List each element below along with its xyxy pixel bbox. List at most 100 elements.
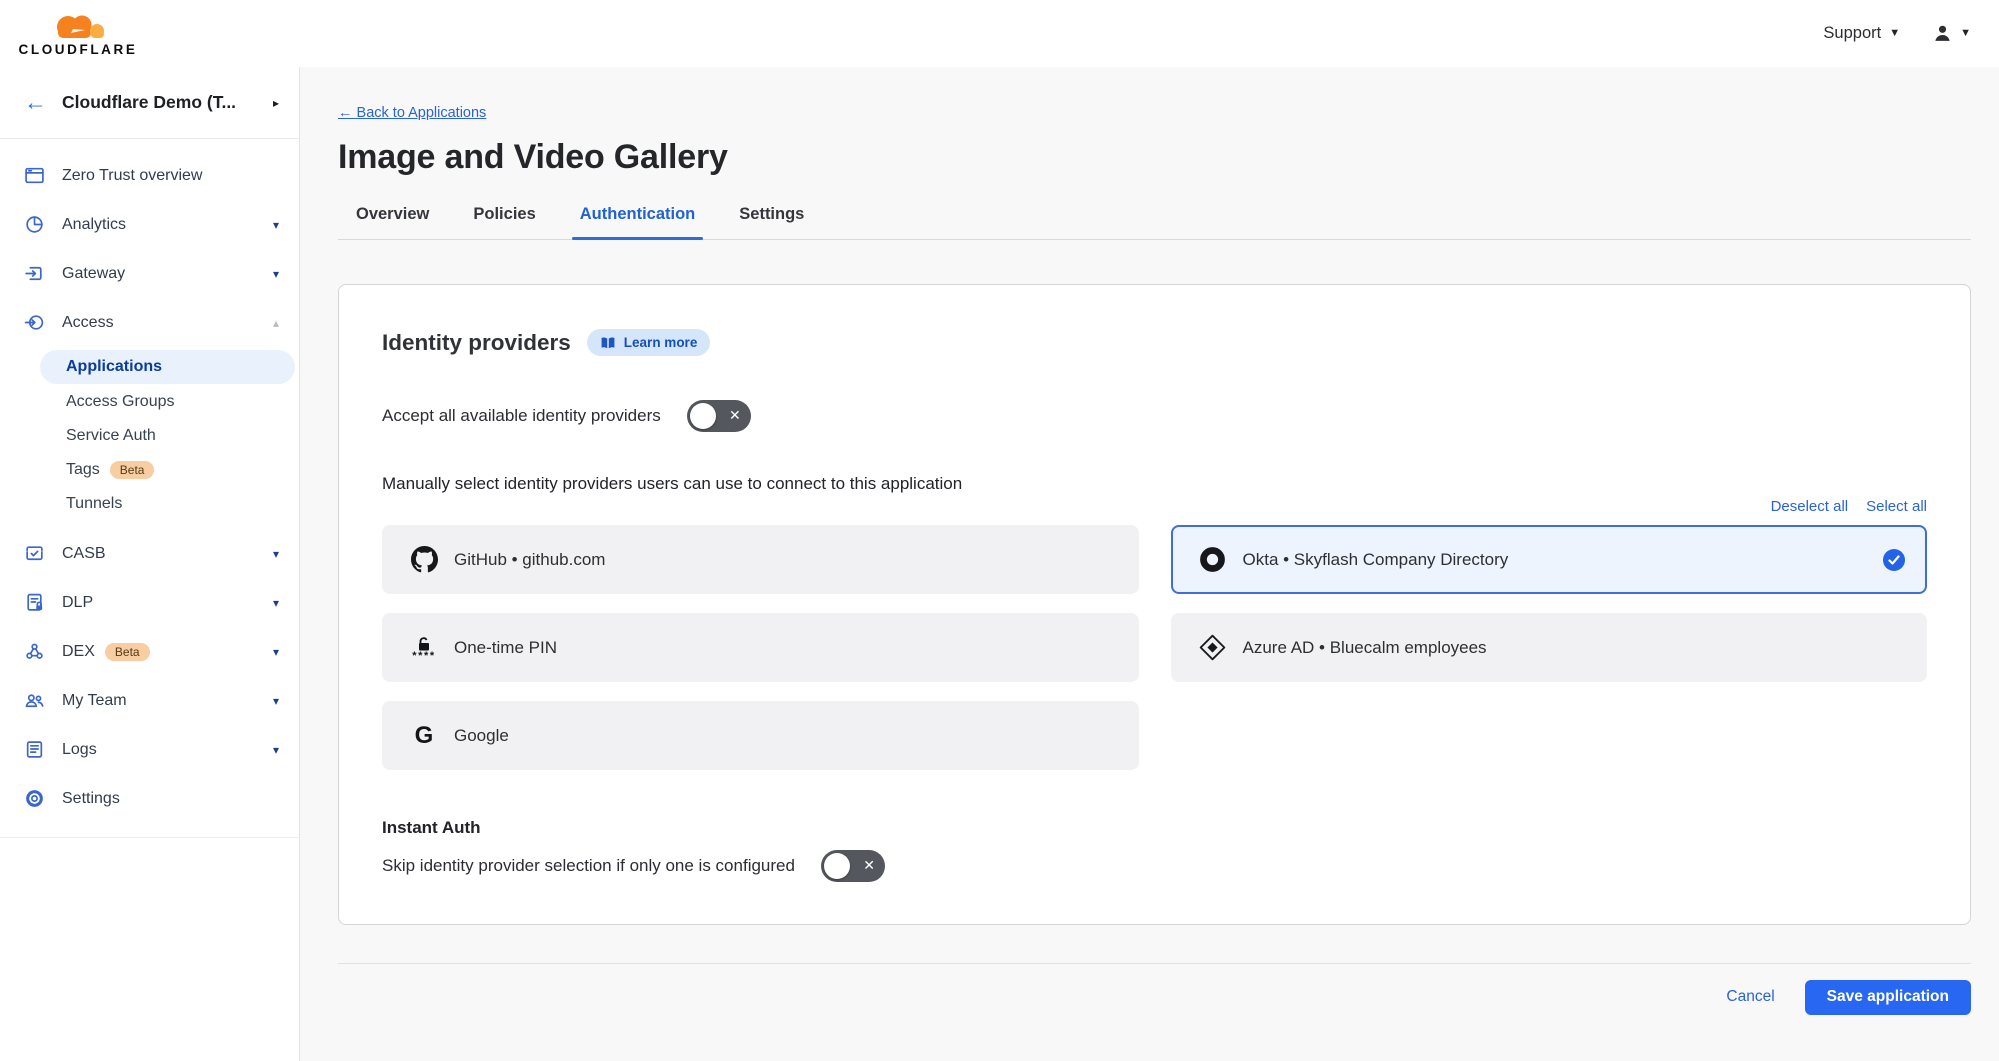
main-content: ← Back to Applications Image and Video G… — [300, 67, 1999, 1061]
toggle-knob — [824, 853, 850, 879]
beta-badge: Beta — [105, 643, 150, 661]
accept-all-row: Accept all available identity providers … — [382, 400, 1927, 432]
azure-ad-icon — [1199, 634, 1227, 661]
support-menu[interactable]: Support ▼ — [1823, 24, 1900, 43]
user-icon — [1932, 23, 1953, 44]
sidebar-item-settings[interactable]: Settings — [0, 774, 299, 823]
chevron-down-icon[interactable]: ▾ — [273, 267, 279, 281]
accept-all-toggle[interactable]: ✕ — [687, 400, 751, 432]
chevron-down-icon[interactable]: ▾ — [273, 743, 279, 757]
manual-select-label: Manually select identity providers users… — [382, 474, 1927, 494]
analytics-icon — [24, 214, 45, 235]
pin-mask-glyph: **** — [412, 654, 436, 659]
accept-all-label: Accept all available identity providers — [382, 406, 661, 426]
save-application-button[interactable]: Save application — [1805, 980, 1971, 1015]
access-icon — [24, 312, 45, 333]
sidebar-item-tags[interactable]: Tags Beta — [0, 453, 299, 487]
sidebar-item-analytics[interactable]: Analytics ▾ — [0, 200, 299, 249]
selection-links: Deselect all Select all — [382, 498, 1927, 515]
sidebar-item-service-auth[interactable]: Service Auth — [0, 419, 299, 453]
instant-auth-label: Skip identity provider selection if only… — [382, 856, 795, 876]
cloudflare-zero-trust-dashboard: CLOUDFLARE Support ▼ ▼ ← Cloudflare Demo… — [0, 0, 1999, 1061]
sidebar-item-access-groups[interactable]: Access Groups — [0, 385, 299, 419]
deselect-all-link[interactable]: Deselect all — [1771, 498, 1849, 515]
sidebar: ← Cloudflare Demo (T... ▸ Zero Trust ove… — [0, 67, 300, 1061]
instant-auth-toggle[interactable]: ✕ — [821, 850, 885, 882]
gear-icon — [24, 788, 45, 809]
sidebar-item-access[interactable]: Access ▴ — [0, 298, 299, 347]
sidebar-item-dex[interactable]: DEX Beta ▾ — [0, 627, 299, 676]
sidebar-item-gateway[interactable]: Gateway ▾ — [0, 249, 299, 298]
card-header: Identity providers Learn more — [382, 329, 1927, 356]
gateway-icon — [24, 263, 45, 284]
sidebar-item-zero-trust-overview[interactable]: Zero Trust overview — [0, 151, 299, 200]
sidebar-item-logs[interactable]: Logs ▾ — [0, 725, 299, 774]
team-icon — [24, 690, 45, 711]
tab-overview[interactable]: Overview — [356, 205, 429, 239]
top-actions: Support ▼ ▼ — [1823, 23, 1971, 44]
sidebar-item-dlp[interactable]: DLP ▾ — [0, 578, 299, 627]
back-arrow-icon[interactable]: ← — [24, 91, 47, 114]
provider-tile-github[interactable]: GitHub • github.com — [382, 525, 1139, 594]
account-switcher[interactable]: ← Cloudflare Demo (T... ▸ — [0, 67, 299, 139]
account-menu[interactable]: ▼ — [1932, 23, 1971, 44]
provider-tile-okta[interactable]: Okta • Skyflash Company Directory — [1171, 525, 1928, 594]
account-name: Cloudflare Demo (T... — [62, 92, 258, 113]
back-to-applications-link[interactable]: ← Back to Applications — [338, 105, 486, 121]
github-icon — [410, 546, 438, 573]
sidebar-item-applications[interactable]: Applications — [40, 350, 295, 384]
tab-policies[interactable]: Policies — [473, 205, 535, 239]
cloudflare-wordmark: CLOUDFLARE — [19, 42, 138, 57]
provider-tile-one-time-pin[interactable]: **** One-time PIN — [382, 613, 1139, 682]
sidebar-divider — [0, 837, 299, 838]
chevron-down-icon[interactable]: ▾ — [273, 645, 279, 659]
dlp-icon — [24, 592, 45, 613]
support-label: Support — [1823, 24, 1881, 43]
footer-actions: Cancel Save application — [338, 964, 1971, 1030]
one-time-pin-icon: **** — [410, 637, 438, 659]
logs-icon — [24, 739, 45, 760]
access-subnav: Applications Access Groups Service Auth … — [0, 347, 299, 529]
toggle-off-x-icon: ✕ — [729, 400, 741, 432]
toggle-knob — [690, 403, 716, 429]
tab-bar: Overview Policies Authentication Setting… — [338, 205, 1971, 240]
shell: ← Cloudflare Demo (T... ▸ Zero Trust ove… — [0, 67, 1999, 1061]
casb-icon — [24, 543, 45, 564]
identity-providers-card: Identity providers Learn more Accept all… — [338, 284, 1971, 925]
chevron-up-icon[interactable]: ▴ — [273, 316, 279, 330]
provider-grid: GitHub • github.com Okta • Skyflash Comp… — [382, 525, 1927, 770]
chevron-down-icon[interactable]: ▾ — [273, 596, 279, 610]
toggle-off-x-icon: ✕ — [863, 850, 875, 882]
sidebar-item-tunnels[interactable]: Tunnels — [0, 487, 299, 521]
tab-authentication[interactable]: Authentication — [580, 205, 696, 239]
sidebar-nav: Zero Trust overview Analytics ▾ Gateway … — [0, 139, 299, 838]
page-title: Image and Video Gallery — [338, 138, 1971, 177]
chevron-down-icon[interactable]: ▾ — [273, 218, 279, 232]
book-icon — [600, 336, 616, 350]
provider-tile-azure-ad[interactable]: Azure AD • Bluecalm employees — [1171, 613, 1928, 682]
beta-badge: Beta — [110, 461, 155, 479]
support-caret-icon: ▼ — [1889, 28, 1900, 39]
dex-icon — [24, 641, 45, 662]
cancel-button[interactable]: Cancel — [1726, 988, 1774, 1006]
learn-more-button[interactable]: Learn more — [587, 329, 711, 356]
select-all-link[interactable]: Select all — [1866, 498, 1927, 515]
instant-auth-row: Skip identity provider selection if only… — [382, 850, 1927, 882]
google-icon: G — [410, 724, 438, 748]
instant-auth-heading: Instant Auth — [382, 818, 1927, 838]
window-icon — [24, 165, 45, 186]
cloudflare-logo: CLOUDFLARE — [14, 11, 142, 57]
card-title: Identity providers — [382, 330, 571, 356]
tab-settings[interactable]: Settings — [739, 205, 804, 239]
sidebar-item-my-team[interactable]: My Team ▾ — [0, 676, 299, 725]
chevron-down-icon[interactable]: ▾ — [273, 694, 279, 708]
chevron-right-icon: ▸ — [273, 96, 279, 110]
provider-tile-google[interactable]: G Google — [382, 701, 1139, 770]
chevron-down-icon[interactable]: ▾ — [273, 547, 279, 561]
sidebar-item-casb[interactable]: CASB ▾ — [0, 529, 299, 578]
selected-check-icon — [1883, 549, 1905, 571]
cloudflare-cloud-icon — [41, 11, 115, 41]
top-bar: CLOUDFLARE Support ▼ ▼ — [0, 0, 1999, 67]
account-caret-icon: ▼ — [1960, 28, 1971, 39]
okta-icon — [1199, 546, 1227, 573]
